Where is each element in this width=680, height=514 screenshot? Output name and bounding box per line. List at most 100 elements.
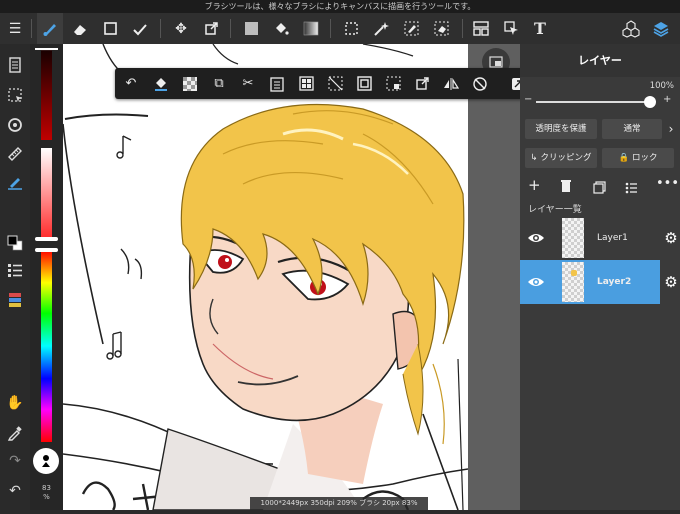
gear-icon[interactable]: ⚙ [662, 260, 680, 304]
selection-icon[interactable] [3, 84, 27, 106]
hand-icon[interactable]: ✋ [3, 392, 27, 414]
clipping-button[interactable]: ↳ クリッピング [525, 148, 597, 168]
menu-icon[interactable]: ☰ [2, 13, 28, 44]
eye-icon[interactable] [520, 260, 552, 304]
select-eraser-icon[interactable] [428, 13, 454, 44]
brush-preview-icon[interactable] [33, 448, 59, 474]
bucket-icon[interactable] [268, 13, 294, 44]
chevron-right-icon[interactable]: › [664, 119, 678, 139]
eye-glyph [528, 234, 544, 242]
cut-icon[interactable]: ✂ [234, 68, 262, 99]
eyedropper-icon[interactable] [3, 422, 27, 444]
text-icon[interactable]: T [527, 13, 553, 44]
palette-icon[interactable] [3, 289, 27, 311]
layer-actions: + ••• [520, 176, 680, 198]
brush-size-icon[interactable] [3, 171, 27, 193]
zoom-indicator: 83 % [30, 484, 63, 502]
color-sliders[interactable] [30, 44, 63, 510]
magic-wand-glyph [374, 21, 389, 36]
flip-icon[interactable] [437, 68, 465, 99]
check-brush-glyph [133, 23, 147, 35]
magic-wand-icon[interactable] [368, 13, 394, 44]
toolbar-separator [330, 19, 331, 38]
toolbar-separator [230, 19, 231, 38]
lock-label: ロック [632, 153, 658, 163]
opacity-slider-knob[interactable] [644, 96, 657, 108]
plus-icon[interactable]: + [663, 94, 671, 105]
check-brush-icon[interactable] [127, 13, 153, 44]
trash-icon[interactable] [560, 178, 572, 197]
operation-icon[interactable] [498, 13, 524, 44]
blend-mode-button[interactable]: 通常 [602, 119, 662, 139]
select-rect-icon[interactable] [338, 13, 364, 44]
layers-icon[interactable] [648, 13, 674, 44]
duplicate-icon[interactable]: ⧉ [205, 68, 233, 99]
invert-icon[interactable] [350, 68, 378, 99]
gradient-glyph [303, 21, 319, 36]
eye-icon[interactable] [520, 216, 552, 260]
grid-icon[interactable] [292, 68, 320, 99]
paste-icon[interactable] [263, 68, 291, 99]
transform-icon[interactable] [198, 13, 224, 44]
materials-glyph [622, 19, 640, 38]
transparent-icon[interactable] [176, 68, 204, 99]
layer-list-icon[interactable] [625, 179, 638, 198]
extract-icon[interactable] [379, 68, 407, 99]
color-swap-icon[interactable] [3, 232, 27, 254]
layer-duplicate-icon[interactable] [593, 179, 606, 198]
protect-alpha-button[interactable]: 透明度を保護 [525, 119, 597, 139]
select-rect-glyph [344, 22, 358, 35]
eye-glyph [528, 278, 544, 286]
fill-color-icon[interactable] [238, 13, 264, 44]
selection-glyph [8, 88, 22, 102]
deselect-icon[interactable] [321, 68, 349, 99]
brush-glyph [43, 23, 56, 36]
opacity-slider[interactable] [536, 96, 657, 108]
select-pen-icon[interactable] [398, 13, 424, 44]
layer-panel: レイヤー 100% − + 透明度を保護 通常 › ↳ クリッピング 🔒 ロック +… [520, 44, 680, 510]
brush-preview-glyph [42, 455, 50, 467]
layer-thumbnail [562, 262, 584, 302]
extract-glyph [386, 76, 400, 91]
more-options-icon[interactable]: ••• [656, 176, 679, 191]
opacity-label: 100% [649, 81, 674, 91]
grid-glyph [298, 76, 314, 91]
artwork [63, 44, 468, 510]
frame-icon[interactable] [468, 13, 494, 44]
pages-icon[interactable] [3, 54, 27, 76]
add-layer-icon[interactable]: + [528, 176, 541, 194]
brush-icon[interactable] [37, 13, 63, 44]
palette-glyph [9, 293, 21, 307]
status-message: ブラシツールは、様々なブラシによりキャンバスに描画を行うツールです。 [204, 2, 476, 11]
layer-duplicate-glyph [593, 181, 606, 194]
undo-icon[interactable]: ↶ [117, 68, 145, 99]
rotate-icon[interactable] [466, 68, 494, 99]
menu-list-icon[interactable] [3, 259, 27, 281]
layer-row-layer2[interactable]: Layer2 [520, 260, 660, 304]
paste-glyph [270, 76, 284, 92]
frame-glyph [473, 21, 489, 36]
ruler-icon[interactable] [3, 143, 27, 165]
materials-icon[interactable] [618, 13, 644, 44]
selection-toolbar: ↶ ⧉ ✂ ⋮⋮ [115, 68, 565, 99]
gear-icon[interactable]: ⚙ [662, 216, 680, 260]
layer-row-layer1[interactable]: Layer1 [520, 216, 660, 260]
clipping-arrow-icon: ↳ [530, 153, 538, 163]
transform-icon[interactable] [408, 68, 436, 99]
lock-button[interactable]: 🔒 ロック [602, 148, 674, 168]
toolbar-separator [160, 19, 161, 38]
eraser-icon[interactable] [67, 13, 93, 44]
canvas-info-bar: 1000*2449px 350dpi 209% ブラシ 20px 83% [250, 497, 428, 510]
clear-fill-icon[interactable] [147, 68, 175, 99]
select-eraser-glyph [434, 21, 448, 36]
drawing-canvas[interactable] [63, 44, 468, 510]
redo-icon[interactable]: ↷ [3, 450, 27, 472]
rotate-view-icon[interactable] [3, 114, 27, 136]
eraser-glyph [74, 24, 86, 35]
undo-icon[interactable]: ↶ [3, 480, 27, 502]
square-icon[interactable] [97, 13, 123, 44]
move-icon[interactable]: ✥ [168, 13, 194, 44]
panel-title: レイヤー [520, 44, 680, 78]
minus-icon[interactable]: − [524, 94, 532, 105]
gradient-icon[interactable] [298, 13, 324, 44]
